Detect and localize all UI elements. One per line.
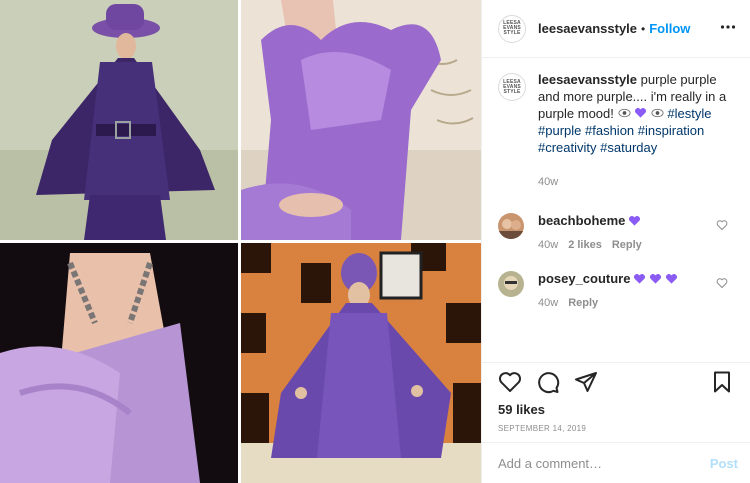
photo-turban-caftan [241,243,481,483]
share-icon[interactable] [574,370,598,394]
post-side-panel: LEESA EVANS STYLE leesaevansstyle • Foll… [481,0,750,483]
eye-emoji-icon [617,108,631,118]
avatar-logo-text: LEESA EVANS STYLE [503,78,521,95]
avatar[interactable]: LEESA EVANS STYLE [498,14,526,43]
comment-meta: 40w Reply [538,297,678,309]
likes-count[interactable]: 59 likes [498,402,734,417]
purple-heart-icon [650,273,662,284]
post-date[interactable]: SEPTEMBER 14, 2019 [498,424,734,433]
add-comment-bar: Post [482,442,750,483]
comment-timestamp[interactable]: 40w [538,239,558,251]
avatar[interactable] [498,271,524,297]
username-link[interactable]: leesaevansstyle [538,21,637,36]
caption-username[interactable]: leesaevansstyle [538,72,637,87]
post-header: LEESA EVANS STYLE leesaevansstyle • Foll… [482,0,750,58]
separator-dot: • [641,21,646,36]
post-comment-button[interactable]: Post [710,456,738,471]
comment-body: posey_couture 40w Reply [538,271,678,309]
photo-ruffle-dress [241,0,481,240]
comment-header: posey_couture [538,271,678,286]
caption: LEESA EVANS STYLE leesaevansstyle purple… [498,71,734,191]
hashtag-link[interactable]: #lestyle [667,106,711,121]
comment-icon[interactable] [536,370,560,394]
follow-button[interactable]: Follow [649,21,690,36]
comment-item: posey_couture 40w Reply [498,271,734,309]
purple-heart-icon [629,215,641,226]
purple-heart-icon [635,108,647,118]
instagram-post: LEESA EVANS STYLE leesaevansstyle • Foll… [0,0,750,483]
comment-header: beachboheme [538,213,641,228]
comment-body: beachboheme 40w 2 likes Reply [538,213,642,251]
comment-username[interactable]: beachboheme [538,213,625,228]
purple-heart-icon [666,273,678,284]
like-comment-heart-icon[interactable] [716,277,728,289]
hashtag-link[interactable]: #fashion [585,123,634,138]
more-horizontal-icon[interactable] [720,19,736,35]
comment-likes-count[interactable]: 2 likes [568,239,602,251]
action-icons [498,363,734,401]
comment-meta: 40w 2 likes Reply [538,239,642,251]
hashtag-link[interactable]: #creativity [538,140,597,155]
heart-icon[interactable] [498,370,522,394]
reply-button[interactable]: Reply [612,239,642,251]
comment-timestamp[interactable]: 40w [538,297,558,309]
comment-input[interactable] [498,455,710,471]
caption-timestamp[interactable]: 40w [538,174,734,191]
photo-chain-back-dress [0,243,238,483]
post-actions: 59 likes SEPTEMBER 14, 2019 [482,362,750,434]
comment-item: beachboheme 40w 2 likes Reply [498,213,734,251]
photo-purple-cape-hat [0,0,238,240]
reply-button[interactable]: Reply [568,297,598,309]
hashtag-link[interactable]: #purple [538,123,581,138]
like-comment-heart-icon[interactable] [716,219,728,231]
avatar-logo-text: LEESA EVANS STYLE [503,20,521,36]
comment-username[interactable]: posey_couture [538,271,630,286]
caption-body: leesaevansstyle purple purple and more p… [538,71,734,191]
purple-heart-icon [634,273,646,284]
hashtag-link[interactable]: #inspiration [638,123,705,138]
avatar[interactable] [498,213,524,239]
hashtag-link[interactable]: #saturday [600,140,657,155]
post-media-collage[interactable] [0,0,481,483]
avatar[interactable]: LEESA EVANS STYLE [498,73,526,101]
comments-list[interactable]: LEESA EVANS STYLE leesaevansstyle purple… [482,59,750,361]
bookmark-icon[interactable] [710,370,734,394]
eye-emoji-icon [651,108,664,118]
